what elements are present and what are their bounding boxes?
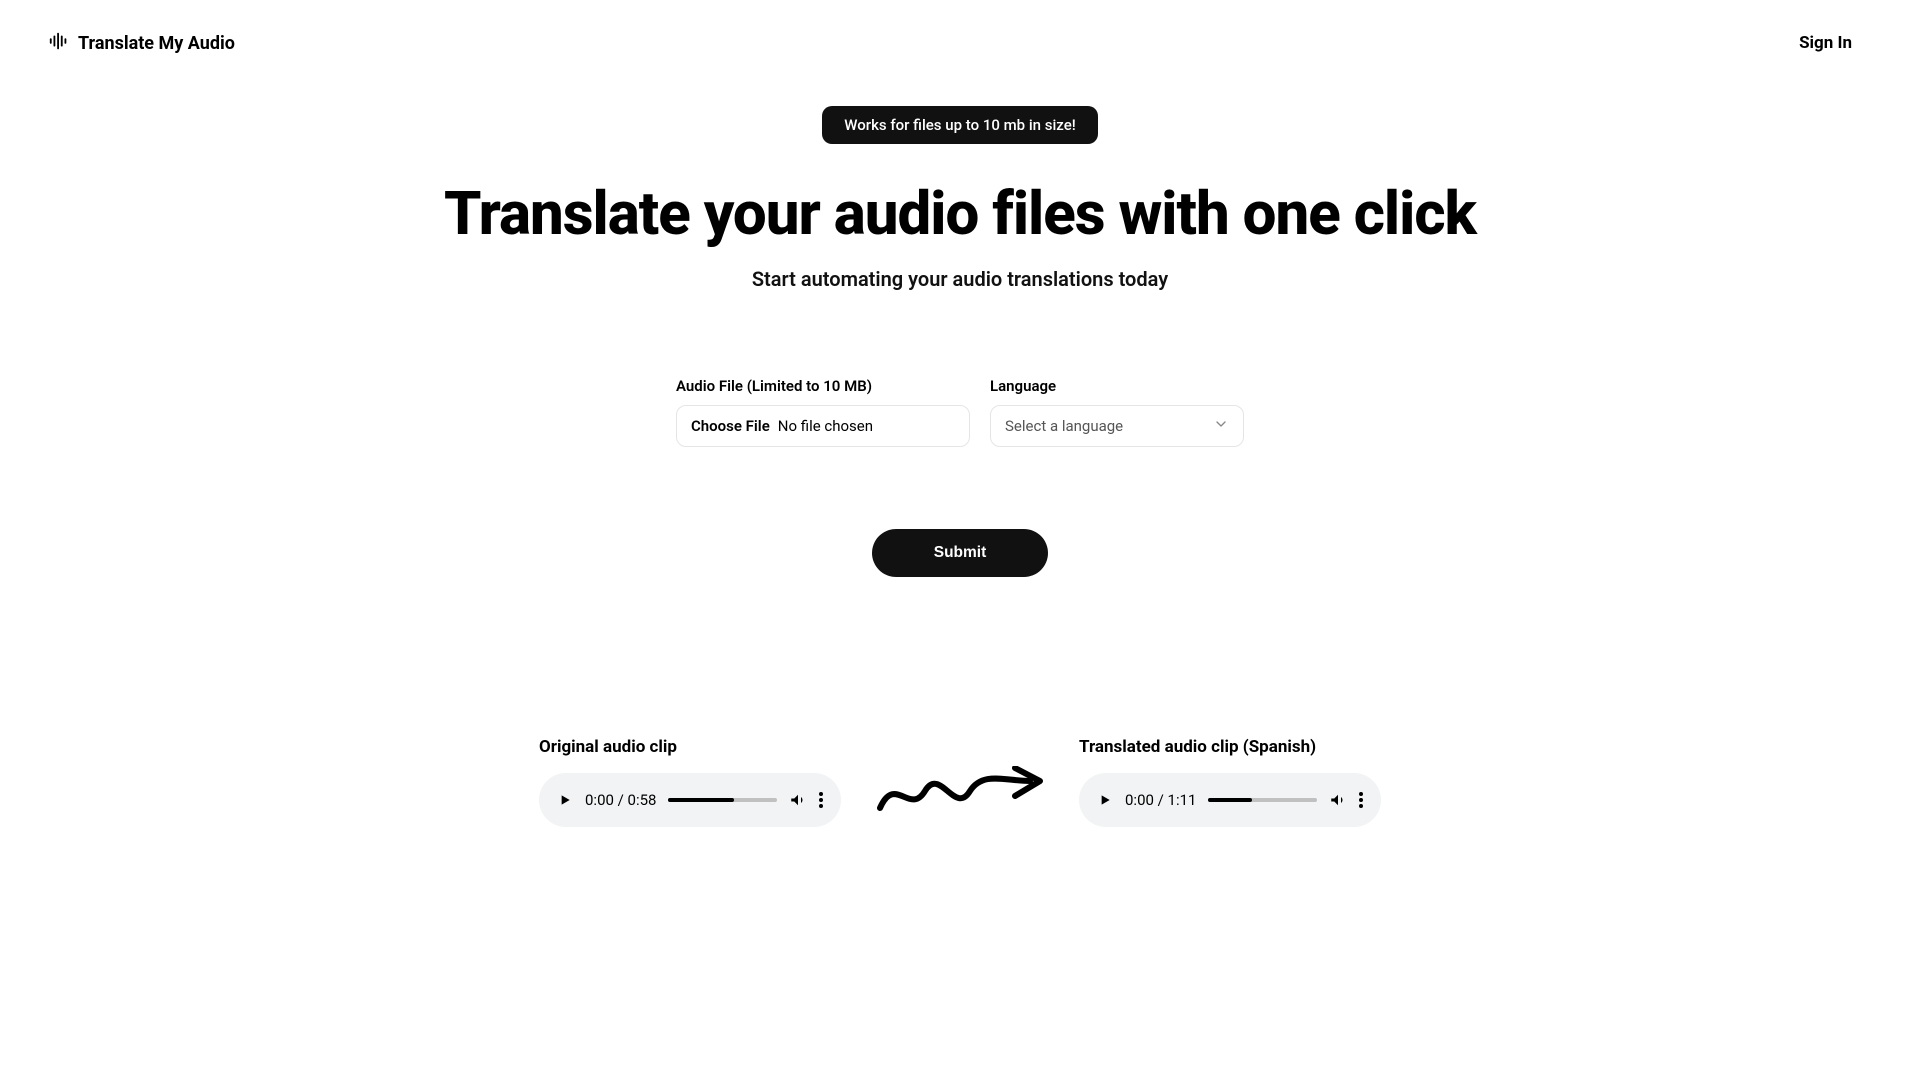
signin-link[interactable]: Sign In bbox=[1799, 33, 1852, 53]
language-select[interactable]: Select a language bbox=[990, 405, 1244, 447]
original-clip-label: Original audio clip bbox=[539, 737, 841, 757]
language-label: Language bbox=[990, 377, 1244, 395]
info-pill: Works for files up to 10 mb in size! bbox=[822, 106, 1097, 144]
submit-button[interactable]: Submit bbox=[872, 529, 1048, 577]
original-clip-col: Original audio clip 0:00 / 0:58 bbox=[539, 737, 841, 827]
file-input[interactable]: Choose File No file chosen bbox=[676, 405, 970, 447]
clips-row: Original audio clip 0:00 / 0:58 bbox=[539, 737, 1381, 827]
play-icon[interactable] bbox=[557, 792, 573, 808]
volume-icon[interactable] bbox=[1329, 791, 1347, 809]
page-subtitle: Start automating your audio translations… bbox=[752, 267, 1168, 291]
main: Works for files up to 10 mb in size! Tra… bbox=[0, 86, 1920, 827]
logo-text: Translate My Audio bbox=[78, 33, 235, 54]
original-audio-player[interactable]: 0:00 / 0:58 bbox=[539, 773, 841, 827]
form-row: Audio File (Limited to 10 MB) Choose Fil… bbox=[676, 377, 1244, 447]
volume-icon[interactable] bbox=[789, 791, 807, 809]
choose-file-button[interactable]: Choose File bbox=[691, 417, 770, 435]
audio-file-field: Audio File (Limited to 10 MB) Choose Fil… bbox=[676, 377, 970, 447]
page-title: Translate your audio files with one clic… bbox=[444, 178, 1476, 249]
play-icon[interactable] bbox=[1097, 792, 1113, 808]
language-field: Language Select a language bbox=[990, 377, 1244, 447]
progress-bar[interactable] bbox=[1208, 798, 1317, 802]
more-icon[interactable] bbox=[1359, 792, 1363, 808]
original-time: 0:00 / 0:58 bbox=[585, 791, 656, 809]
translated-clip-col: Translated audio clip (Spanish) 0:00 / 1… bbox=[1079, 737, 1381, 827]
audio-wave-icon bbox=[48, 30, 70, 56]
logo[interactable]: Translate My Audio bbox=[48, 30, 235, 56]
more-icon[interactable] bbox=[819, 792, 823, 808]
chevron-down-icon bbox=[1213, 416, 1229, 436]
translated-clip-label: Translated audio clip (Spanish) bbox=[1079, 737, 1381, 757]
header: Translate My Audio Sign In bbox=[0, 0, 1920, 86]
file-placeholder: No file chosen bbox=[778, 417, 873, 435]
progress-bar[interactable] bbox=[668, 798, 777, 802]
arrow-icon bbox=[875, 766, 1045, 816]
language-placeholder: Select a language bbox=[1005, 417, 1123, 435]
audio-file-label: Audio File (Limited to 10 MB) bbox=[676, 377, 970, 395]
translated-audio-player[interactable]: 0:00 / 1:11 bbox=[1079, 773, 1381, 827]
translated-time: 0:00 / 1:11 bbox=[1125, 791, 1196, 809]
